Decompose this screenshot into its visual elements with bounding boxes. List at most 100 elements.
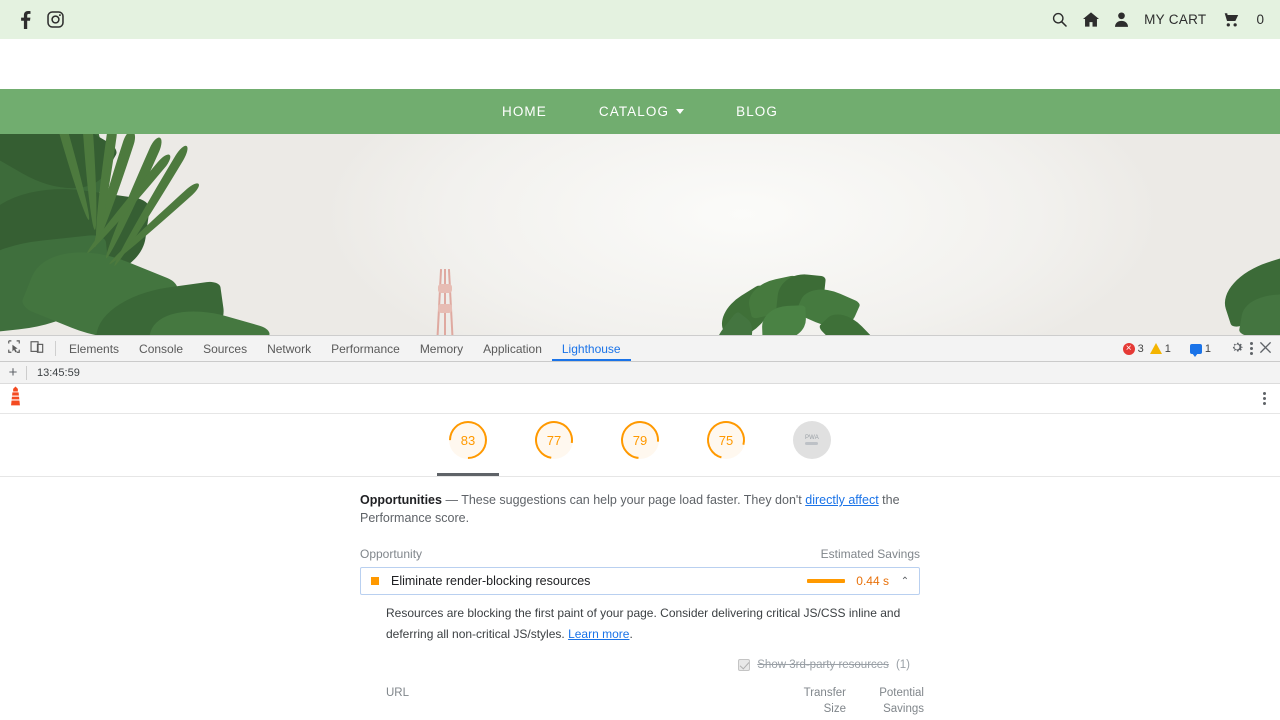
- cart-icon[interactable]: [1222, 12, 1240, 27]
- gauge-best-practices-circle: 79: [621, 421, 659, 459]
- third-party-filter[interactable]: Show 3rd-party resources (1): [360, 659, 920, 671]
- gauge-best-practices-score: 79: [633, 433, 647, 448]
- tab-sources[interactable]: Sources: [193, 336, 257, 361]
- table-header-url: URL: [386, 685, 768, 717]
- nav-item-home-label: HOME: [502, 104, 547, 119]
- gauge-best-practices[interactable]: 79: [609, 421, 671, 476]
- column-estimated-savings: Estimated Savings: [821, 547, 920, 561]
- error-count: 3: [1138, 343, 1144, 355]
- audit-render-blocking: Eliminate render-blocking resources 0.44…: [360, 567, 920, 595]
- settings-gear-icon[interactable]: [1230, 340, 1244, 357]
- report-timestamp[interactable]: 13:45:59: [27, 367, 80, 379]
- gauge-inactive-indicator: [781, 473, 843, 476]
- cart-count: 0: [1256, 12, 1264, 27]
- close-icon[interactable]: [1259, 341, 1272, 357]
- opportunities-column-headers: Opportunity Estimated Savings: [360, 547, 920, 567]
- nav-item-blog[interactable]: BLOG: [710, 89, 804, 134]
- gauge-seo[interactable]: 75: [695, 421, 757, 476]
- store-logo-area: [0, 39, 1280, 89]
- gauge-inactive-indicator: [609, 473, 671, 476]
- devtools-tabs: Elements Console Sources Network Perform…: [59, 336, 1115, 361]
- tab-performance[interactable]: Performance: [321, 336, 410, 361]
- error-icon: ×: [1123, 343, 1135, 355]
- cart-label[interactable]: MY CART: [1144, 12, 1206, 27]
- tab-console[interactable]: Console: [129, 336, 193, 361]
- tab-lighthouse[interactable]: Lighthouse: [552, 336, 631, 361]
- home-icon[interactable]: [1083, 12, 1099, 27]
- audit-render-blocking-savings: 0.44 s: [855, 574, 889, 588]
- message-badge[interactable]: 1: [1190, 343, 1211, 355]
- devtools-more-menu-icon[interactable]: [1250, 342, 1253, 355]
- search-icon[interactable]: [1052, 12, 1067, 27]
- nav-item-home[interactable]: HOME: [476, 89, 573, 134]
- message-count: 1: [1205, 343, 1211, 355]
- audit-render-blocking-title: Eliminate render-blocking resources: [391, 574, 590, 588]
- gauge-active-indicator: [437, 473, 499, 476]
- nav-item-catalog-label: CATALOG: [599, 104, 669, 119]
- lighthouse-report-header: [0, 384, 1280, 414]
- nav-item-catalog[interactable]: CATALOG: [573, 89, 710, 134]
- gauge-performance-circle: 83: [449, 421, 487, 459]
- third-party-label: Show 3rd-party resources: [757, 659, 889, 671]
- hero-image: [0, 134, 1280, 335]
- report-more-menu-icon[interactable]: [1263, 392, 1266, 405]
- gauge-pwa-circle: PWA: [793, 421, 831, 459]
- gauge-performance[interactable]: 83: [437, 421, 499, 476]
- warning-badge[interactable]: 1: [1150, 343, 1171, 355]
- lighthouse-report-body: 83 77 79 75: [0, 414, 1280, 720]
- table-header-row: URL Transfer Size Potential Savings: [386, 685, 924, 717]
- gauge-pwa-label: PWA: [805, 435, 819, 441]
- gauge-seo-score: 75: [719, 433, 733, 448]
- opportunities-inner: Opportunities — These suggestions can he…: [360, 491, 920, 720]
- gauge-accessibility-score: 77: [547, 433, 561, 448]
- opportunities-section: Opportunities — These suggestions can he…: [0, 477, 1280, 720]
- opportunities-intro-part1: These suggestions can help your page loa…: [461, 493, 805, 507]
- chevron-up-icon[interactable]: ⌃: [899, 576, 911, 587]
- table-header-potential-savings-l2: Savings: [883, 703, 924, 715]
- table-header-transfer-size-l2: Size: [824, 703, 846, 715]
- savings-bar: [807, 579, 845, 583]
- opportunities-heading: Opportunities: [360, 493, 442, 507]
- store-nav: HOME CATALOG BLOG: [0, 89, 1280, 134]
- storefront-preview: MY CART 0 HOME CATALOG BLOG: [0, 0, 1280, 335]
- table-header-potential-savings: Potential Savings: [846, 685, 924, 717]
- warning-icon: [1150, 343, 1162, 354]
- learn-more-link[interactable]: Learn more: [568, 627, 629, 641]
- gauge-pwa[interactable]: PWA: [781, 421, 843, 476]
- message-icon: [1190, 344, 1202, 354]
- facebook-icon[interactable]: [20, 11, 31, 29]
- account-icon[interactable]: [1115, 12, 1128, 27]
- chevron-down-icon: [676, 109, 684, 114]
- tab-application[interactable]: Application: [473, 336, 552, 361]
- lighthouse-subbar: + 13:45:59: [0, 362, 1280, 384]
- opportunities-dash: —: [445, 493, 458, 507]
- severity-square-icon: [371, 577, 379, 585]
- instagram-icon[interactable]: [47, 11, 64, 28]
- column-opportunity: Opportunity: [360, 547, 422, 561]
- devtools-tabbar: Elements Console Sources Network Perform…: [0, 336, 1280, 362]
- score-gauges: 83 77 79 75: [0, 414, 1280, 476]
- gauge-accessibility[interactable]: 77: [523, 421, 585, 476]
- third-party-checkbox[interactable]: [738, 659, 750, 671]
- third-party-count: (1): [896, 659, 910, 671]
- store-topbar-actions: MY CART 0: [1052, 12, 1264, 27]
- gauge-pwa-inner: PWA: [805, 435, 819, 445]
- device-toolbar-icon[interactable]: [30, 340, 44, 357]
- inspect-element-icon[interactable]: [7, 340, 21, 357]
- social-links: [16, 11, 64, 29]
- tab-memory[interactable]: Memory: [410, 336, 473, 361]
- audit-render-blocking-description: Resources are blocking the first paint o…: [386, 603, 924, 645]
- tab-network[interactable]: Network: [257, 336, 321, 361]
- new-audit-button[interactable]: +: [0, 365, 26, 380]
- devtools-panel: Elements Console Sources Network Perform…: [0, 335, 1280, 720]
- directly-affect-link[interactable]: directly affect: [805, 493, 878, 507]
- audit-render-blocking-header[interactable]: Eliminate render-blocking resources 0.44…: [361, 568, 919, 594]
- audit-description-part2: .: [629, 627, 632, 641]
- gauge-seo-circle: 75: [707, 421, 745, 459]
- nav-item-blog-label: BLOG: [736, 104, 778, 119]
- audit-render-blocking-right: 0.44 s ⌃: [807, 574, 911, 588]
- audit-render-blocking-left: Eliminate render-blocking resources: [371, 574, 590, 588]
- devtools-status-actions: × 3 1 1: [1115, 336, 1280, 361]
- error-badge[interactable]: × 3: [1123, 343, 1144, 355]
- tab-elements[interactable]: Elements: [59, 336, 129, 361]
